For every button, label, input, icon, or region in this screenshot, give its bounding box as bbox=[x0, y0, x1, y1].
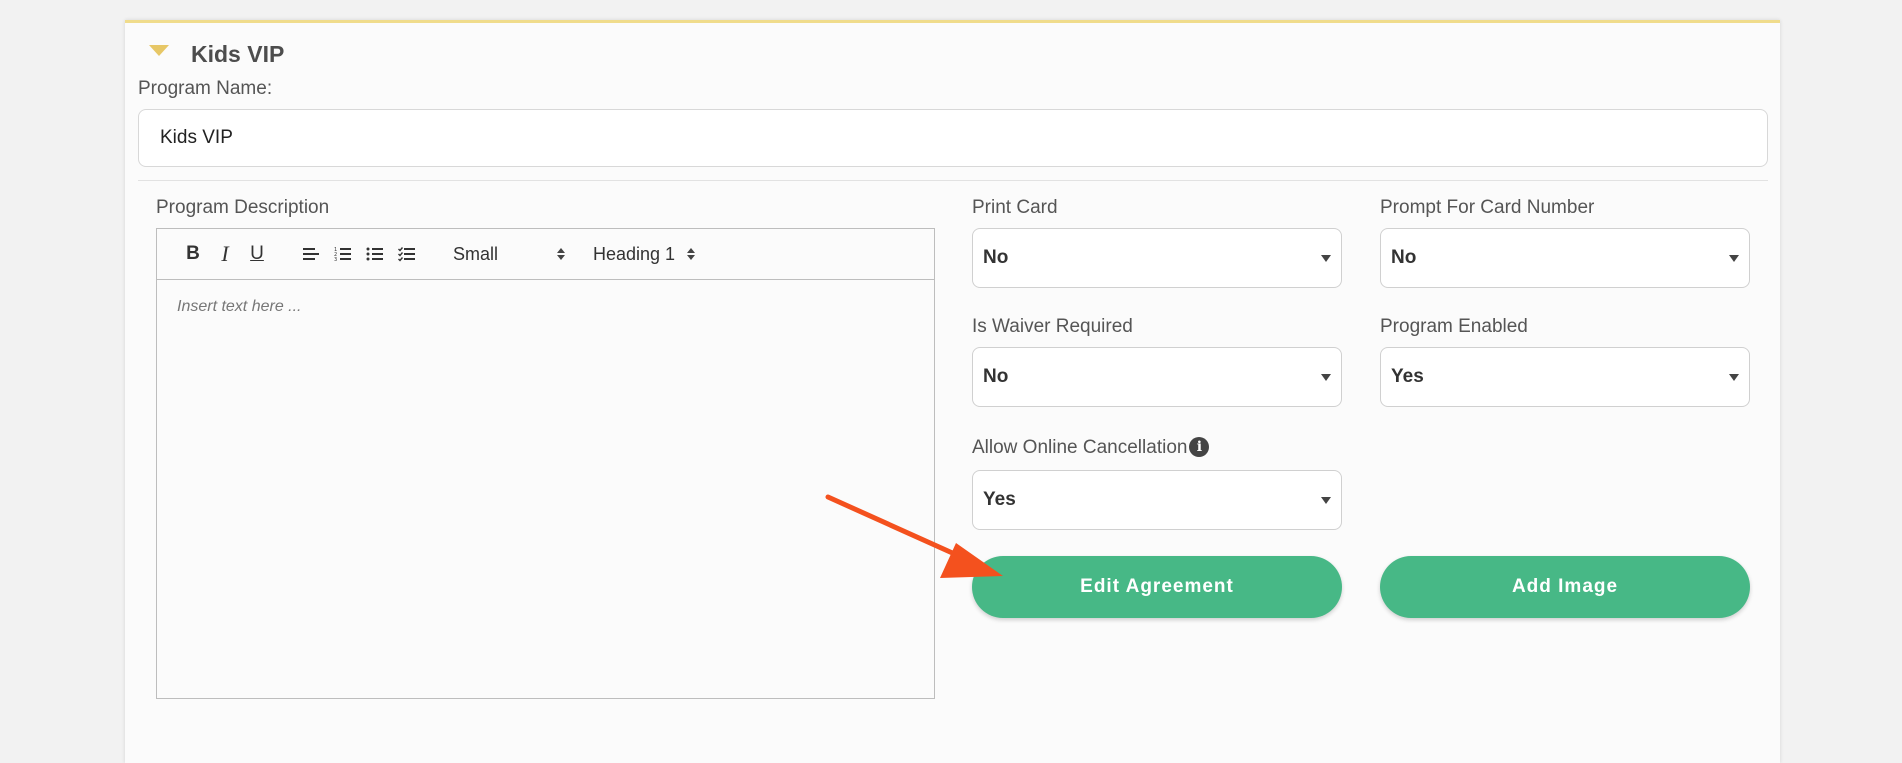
print-card-select[interactable]: No bbox=[972, 228, 1342, 288]
updown-arrows-icon bbox=[557, 248, 565, 260]
online-cancellation-label-row: Allow Online Cancellation i bbox=[972, 437, 1210, 459]
dropdown-arrow-icon bbox=[1321, 497, 1331, 504]
prompt-card-number-label: Prompt For Card Number bbox=[1380, 197, 1595, 218]
description-editor: B I U 123 Small Heading 1 Insert text he… bbox=[156, 228, 935, 699]
italic-button[interactable]: I bbox=[209, 241, 241, 267]
prompt-card-number-select[interactable]: No bbox=[1380, 228, 1750, 288]
align-left-icon[interactable] bbox=[295, 246, 327, 262]
waiver-required-select[interactable]: No bbox=[972, 347, 1342, 407]
waiver-required-value: No bbox=[983, 366, 1009, 387]
svg-text:3: 3 bbox=[334, 257, 337, 262]
program-enabled-select[interactable]: Yes bbox=[1380, 347, 1750, 407]
dropdown-arrow-icon bbox=[1321, 255, 1331, 262]
program-header[interactable]: Kids VIP bbox=[149, 41, 284, 68]
dropdown-arrow-icon bbox=[1729, 374, 1739, 381]
bullet-list-icon[interactable] bbox=[359, 246, 391, 262]
heading-value: Heading 1 bbox=[593, 243, 676, 264]
program-description-label: Program Description bbox=[156, 197, 330, 218]
ordered-list-icon[interactable]: 123 bbox=[327, 246, 359, 262]
program-enabled-value: Yes bbox=[1391, 366, 1424, 387]
program-name-input[interactable]: Kids VIP bbox=[138, 109, 1768, 167]
online-cancellation-value: Yes bbox=[983, 489, 1016, 510]
program-name-label: Program Name: bbox=[138, 78, 273, 99]
print-card-value: No bbox=[983, 247, 1009, 268]
prompt-card-number-value: No bbox=[1391, 247, 1417, 268]
collapse-caret-icon[interactable] bbox=[149, 45, 169, 56]
dropdown-arrow-icon bbox=[1729, 255, 1739, 262]
program-panel: Kids VIP Program Name: Kids VIP Program … bbox=[125, 20, 1780, 763]
section-divider bbox=[138, 180, 1768, 181]
program-title: Kids VIP bbox=[191, 41, 285, 67]
font-size-select[interactable]: Small bbox=[453, 244, 565, 265]
updown-arrows-icon bbox=[687, 248, 696, 260]
underline-button[interactable]: U bbox=[241, 243, 273, 265]
editor-text-area[interactable]: Insert text here ... bbox=[157, 280, 934, 334]
add-image-button[interactable]: Add Image bbox=[1380, 556, 1750, 618]
waiver-required-label: Is Waiver Required bbox=[972, 316, 1133, 337]
edit-agreement-button[interactable]: Edit Agreement bbox=[972, 556, 1342, 618]
checklist-icon[interactable] bbox=[391, 246, 423, 262]
font-size-value: Small bbox=[453, 243, 499, 264]
online-cancellation-select[interactable]: Yes bbox=[972, 470, 1342, 530]
program-enabled-label: Program Enabled bbox=[1380, 316, 1528, 337]
bold-button[interactable]: B bbox=[177, 243, 209, 265]
online-cancellation-label: Allow Online Cancellation bbox=[972, 437, 1188, 458]
print-card-label: Print Card bbox=[972, 197, 1058, 218]
heading-select[interactable]: Heading 1 bbox=[593, 243, 696, 265]
dropdown-arrow-icon bbox=[1321, 374, 1331, 381]
editor-toolbar: B I U 123 Small Heading 1 bbox=[157, 229, 934, 280]
info-icon[interactable]: i bbox=[1189, 437, 1210, 457]
